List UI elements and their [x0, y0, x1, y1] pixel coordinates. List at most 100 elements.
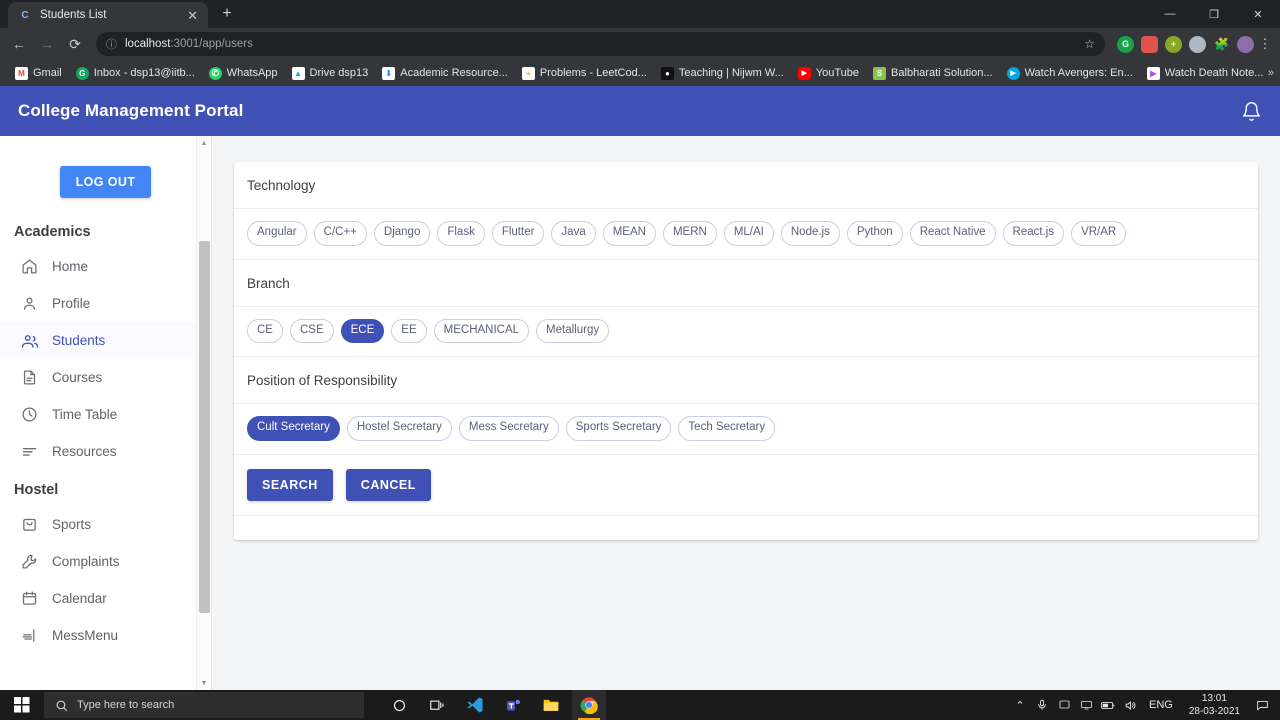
file-explorer-icon[interactable] [534, 690, 568, 720]
scroll-down-arrow-icon[interactable]: ▼ [197, 676, 211, 690]
bookmark-star-icon[interactable]: ☆ [1084, 37, 1095, 51]
search-button[interactable]: SEARCH [247, 468, 333, 501]
bookmarks-overflow-icon[interactable]: » [1268, 67, 1274, 79]
new-tab-button[interactable]: + [214, 1, 240, 27]
minimize-button[interactable]: — [1148, 0, 1192, 28]
sidebar-item-resources[interactable]: Resources [0, 433, 211, 470]
notification-bell-icon[interactable] [1241, 101, 1262, 122]
chip-mechanical[interactable]: MECHANICAL [433, 318, 530, 344]
sidebar-item-messmenu[interactable]: MessMenu [0, 617, 211, 654]
clock-time: 13:01 [1201, 693, 1227, 704]
chip-sports-secretary[interactable]: Sports Secretary [565, 416, 672, 441]
chip-flutter[interactable]: Flutter [491, 221, 545, 246]
bookmark-item[interactable]: S Balbharati Solution... [866, 62, 1000, 84]
sidebar-item-home[interactable]: Home [0, 248, 211, 285]
bookmark-label: Drive dsp13 [309, 67, 369, 79]
logout-container: LOG OUT [0, 150, 211, 220]
chip-angular[interactable]: Angular [247, 221, 307, 246]
chip-ee[interactable]: EE [391, 318, 427, 344]
battery-icon[interactable] [1097, 690, 1119, 720]
clock[interactable]: 13:01 28-03-2021 [1181, 692, 1248, 718]
logout-button[interactable]: LOG OUT [59, 166, 152, 198]
sidebar-item-profile[interactable]: Profile [0, 285, 211, 322]
chip-react-native[interactable]: React Native [909, 221, 996, 246]
profile-avatar[interactable] [1237, 35, 1254, 53]
scrollbar-thumb[interactable] [199, 241, 210, 613]
chevron-up-icon[interactable]: ⌃ [1009, 690, 1031, 720]
task-view-icon[interactable] [420, 690, 454, 720]
chip-ml-ai[interactable]: ML/AI [723, 221, 774, 246]
bookmark-item[interactable]: ● Teaching | Nijwm W... [654, 62, 791, 84]
screen-snip-icon[interactable] [1053, 690, 1075, 720]
volume-icon[interactable] [1119, 690, 1141, 720]
reload-button[interactable]: ⟳ [62, 31, 88, 57]
sidebar-item-complaints[interactable]: Complaints [0, 543, 211, 580]
blue-extension-icon[interactable] [1189, 35, 1206, 53]
language-indicator[interactable]: ENG [1141, 699, 1181, 711]
sidebar-item-time-table[interactable]: Time Table [0, 396, 211, 433]
browser-tab[interactable]: C Students List ✕ [8, 2, 208, 28]
death-note-icon: ▶ [1146, 66, 1160, 80]
start-button[interactable] [0, 690, 44, 720]
site-info-icon[interactable]: ⓘ [106, 36, 117, 52]
chip-ece[interactable]: ECE [340, 318, 385, 344]
browser-menu-icon[interactable]: ⋮ [1256, 36, 1274, 52]
vscode-icon[interactable] [458, 690, 492, 720]
chip-flask[interactable]: Flask [437, 221, 485, 246]
close-window-button[interactable]: ✕ [1236, 0, 1280, 28]
document-icon [20, 368, 39, 387]
grammarly-extension-icon[interactable]: G [1117, 35, 1134, 53]
chip-c-cpp[interactable]: C/C++ [313, 221, 367, 246]
microphone-icon[interactable] [1031, 690, 1053, 720]
chip-cse[interactable]: CSE [289, 318, 334, 344]
chip-java[interactable]: Java [551, 221, 596, 246]
bookmark-item[interactable]: ▶ Watch Avengers: En... [1000, 62, 1140, 84]
chip-vr-ar[interactable]: VR/AR [1071, 221, 1127, 246]
teams-icon[interactable] [496, 690, 530, 720]
chip-mern[interactable]: MERN [662, 221, 717, 246]
sidebar-item-label: Courses [52, 370, 103, 385]
bookmark-item[interactable]: ⌁ Problems - LeetCod... [515, 62, 654, 84]
sidebar-item-courses[interactable]: Courses [0, 359, 211, 396]
taskbar-search-box[interactable]: Type here to search [44, 692, 364, 718]
forward-button[interactable]: → [34, 31, 60, 57]
maximize-button[interactable]: ❐ [1192, 0, 1236, 28]
chip-mean[interactable]: MEAN [602, 221, 656, 246]
sidebar-item-calendar[interactable]: Calendar [0, 580, 211, 617]
bookmark-item[interactable]: G Inbox - dsp13@iitb... [69, 62, 202, 84]
green-add-extension-icon[interactable]: + [1165, 35, 1182, 53]
chip-hostel-secretary[interactable]: Hostel Secretary [346, 416, 452, 441]
chip-django[interactable]: Django [373, 221, 431, 246]
chip-tech-secretary[interactable]: Tech Secretary [678, 416, 776, 441]
chrome-icon[interactable] [572, 690, 606, 720]
bookmark-item[interactable]: ⬇ Academic Resource... [375, 62, 515, 84]
puzzle-extensions-icon[interactable]: 🧩 [1213, 36, 1230, 53]
sidebar-item-label: Time Table [52, 407, 118, 422]
chip-nodejs[interactable]: Node.js [780, 221, 840, 246]
cancel-button[interactable]: CANCEL [345, 468, 431, 501]
bookmark-item[interactable]: ▶ YouTube [791, 62, 866, 84]
chip-mess-secretary[interactable]: Mess Secretary [458, 416, 559, 441]
avengers-icon: ▶ [1006, 66, 1020, 80]
chip-metallurgy[interactable]: Metallurgy [536, 318, 610, 344]
sidebar-item-sports[interactable]: Sports [0, 506, 211, 543]
tab-close-icon[interactable]: ✕ [187, 9, 198, 22]
chip-ce[interactable]: CE [247, 318, 283, 344]
chip-python[interactable]: Python [846, 221, 903, 246]
bookmark-item[interactable]: ▶ Watch Death Note... [1140, 62, 1271, 84]
cortana-icon[interactable] [382, 690, 416, 720]
sidebar-scrollbar[interactable]: ▲ ▼ [196, 136, 211, 690]
chip-reactjs[interactable]: React.js [1002, 221, 1065, 246]
red-extension-icon[interactable] [1141, 35, 1158, 53]
scroll-up-arrow-icon[interactable]: ▲ [197, 136, 211, 150]
clock-icon [20, 405, 39, 424]
chip-cult-secretary[interactable]: Cult Secretary [247, 416, 340, 441]
address-bar[interactable]: ⓘ localhost:3001/app/users ☆ [96, 32, 1105, 56]
action-center-icon[interactable] [1248, 690, 1276, 720]
back-button[interactable]: ← [6, 31, 32, 57]
bookmark-item[interactable]: ▲ Drive dsp13 [285, 62, 376, 84]
display-icon[interactable] [1075, 690, 1097, 720]
bookmark-item[interactable]: ✆ WhatsApp [202, 62, 285, 84]
sidebar-item-students[interactable]: Students [0, 322, 211, 359]
bookmark-item[interactable]: M Gmail [8, 62, 69, 84]
